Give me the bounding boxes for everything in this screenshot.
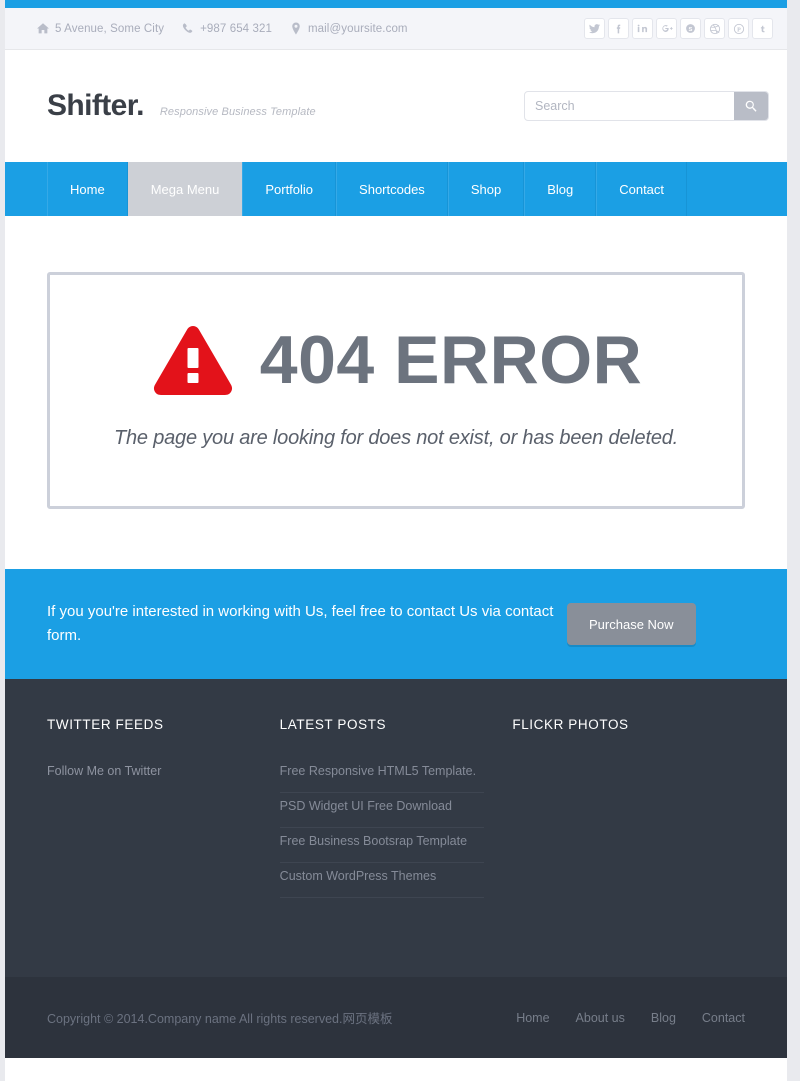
main-content: 404 ERROR The page you are looking for d…: [5, 216, 787, 569]
google-plus-icon[interactable]: [656, 18, 677, 39]
copyright-text: Copyright © 2014.Company name All rights…: [47, 1012, 393, 1026]
contact-address: 5 Avenue, Some City: [37, 22, 164, 35]
latest-posts-list: Free Responsive HTML5 Template. PSD Widg…: [279, 764, 485, 898]
pinterest-icon[interactable]: P: [728, 18, 749, 39]
phone-icon: [182, 22, 194, 35]
home-icon: [37, 22, 49, 35]
contact-address-text: 5 Avenue, Some City: [55, 22, 165, 35]
dribbble-icon[interactable]: [704, 18, 725, 39]
cta-text: If you you're interested in working with…: [47, 603, 554, 644]
site-footer: TWITTER FEEDS Follow Me on Twitter LATES…: [5, 679, 787, 977]
nav-item-blog[interactable]: Blog: [524, 162, 597, 216]
footer-column-twitter: TWITTER FEEDS Follow Me on Twitter: [47, 717, 280, 937]
logo-text[interactable]: Shifter.: [47, 89, 144, 123]
footer-link-about-us[interactable]: About us: [576, 1011, 625, 1025]
contact-email-text: mail@yoursite.com: [307, 22, 408, 35]
search-input[interactable]: [525, 92, 734, 120]
nav-item-home[interactable]: Home: [47, 162, 128, 216]
nav-item-shop[interactable]: Shop: [447, 162, 525, 216]
list-item[interactable]: Free Responsive HTML5 Template.: [279, 764, 485, 793]
twitter-follow-text[interactable]: Follow Me on Twitter: [47, 764, 252, 778]
svg-text:P: P: [737, 27, 741, 33]
main-navigation: Home Mega Menu Portfolio Shortcodes Shop…: [5, 162, 787, 216]
search-box[interactable]: [524, 91, 769, 121]
skype-icon[interactable]: S: [680, 18, 701, 39]
footer-column-posts: LATEST POSTS Free Responsive HTML5 Templ…: [279, 717, 513, 937]
contact-info-group: 5 Avenue, Some City +987 654 321 mail@yo…: [37, 22, 584, 35]
nav-item-shortcodes[interactable]: Shortcodes: [336, 162, 448, 216]
twitter-icon[interactable]: [584, 18, 605, 39]
top-accent-strip: [5, 0, 787, 8]
flickr-photos-title: FLICKR PHOTOS: [512, 717, 629, 732]
svg-text:S: S: [689, 27, 693, 33]
error-code-title: 404 ERROR: [259, 322, 643, 398]
error-subtitle: The page you are looking for does not ex…: [113, 427, 679, 449]
site-shell: 5 Avenue, Some City +987 654 321 mail@yo…: [5, 0, 787, 1081]
contact-email: mail@yoursite.com: [290, 22, 408, 35]
top-info-bar: 5 Avenue, Some City +987 654 321 mail@yo…: [5, 8, 787, 50]
contact-phone: +987 654 321: [182, 22, 272, 35]
footer-bottom-bar: Copyright © 2014.Company name All rights…: [5, 977, 787, 1058]
error-headline-row: 404 ERROR: [80, 323, 712, 397]
twitter-feeds-title: TWITTER FEEDS: [47, 717, 164, 732]
nav-item-contact[interactable]: Contact: [596, 162, 688, 216]
nav-item-mega-menu[interactable]: Mega Menu: [127, 162, 243, 216]
brand-group: Shifter. Responsive Business Template: [47, 89, 524, 123]
footer-link-contact[interactable]: Contact: [702, 1011, 745, 1025]
social-links-group: S P: [584, 18, 773, 39]
footer-column-flickr: FLICKR PHOTOS: [512, 717, 745, 937]
footer-link-blog[interactable]: Blog: [651, 1011, 676, 1025]
error-panel: 404 ERROR The page you are looking for d…: [47, 272, 745, 509]
linkedin-icon[interactable]: [632, 18, 653, 39]
footer-links-group: Home About us Blog Contact: [516, 1011, 745, 1025]
site-header: Shifter. Responsive Business Template: [5, 50, 787, 162]
cta-banner: If you you're interested in working with…: [5, 569, 787, 679]
list-item[interactable]: Free Business Bootsrap Template: [279, 828, 485, 863]
tumblr-icon[interactable]: [752, 18, 773, 39]
latest-posts-title: LATEST POSTS: [279, 717, 387, 732]
facebook-icon[interactable]: [608, 18, 629, 39]
warning-triangle-icon: [150, 323, 236, 397]
map-pin-icon: [290, 22, 302, 35]
list-item[interactable]: Custom WordPress Themes: [279, 863, 485, 898]
contact-phone-text: +987 654 321: [200, 22, 272, 35]
search-button[interactable]: [734, 92, 768, 120]
footer-link-home[interactable]: Home: [516, 1011, 549, 1025]
tagline: Responsive Business Template: [159, 106, 316, 118]
page-root: 5 Avenue, Some City +987 654 321 mail@yo…: [0, 0, 800, 1081]
list-item[interactable]: PSD Widget UI Free Download: [279, 793, 485, 828]
purchase-now-button[interactable]: Purchase Now: [567, 603, 696, 645]
nav-item-portfolio[interactable]: Portfolio: [242, 162, 337, 216]
